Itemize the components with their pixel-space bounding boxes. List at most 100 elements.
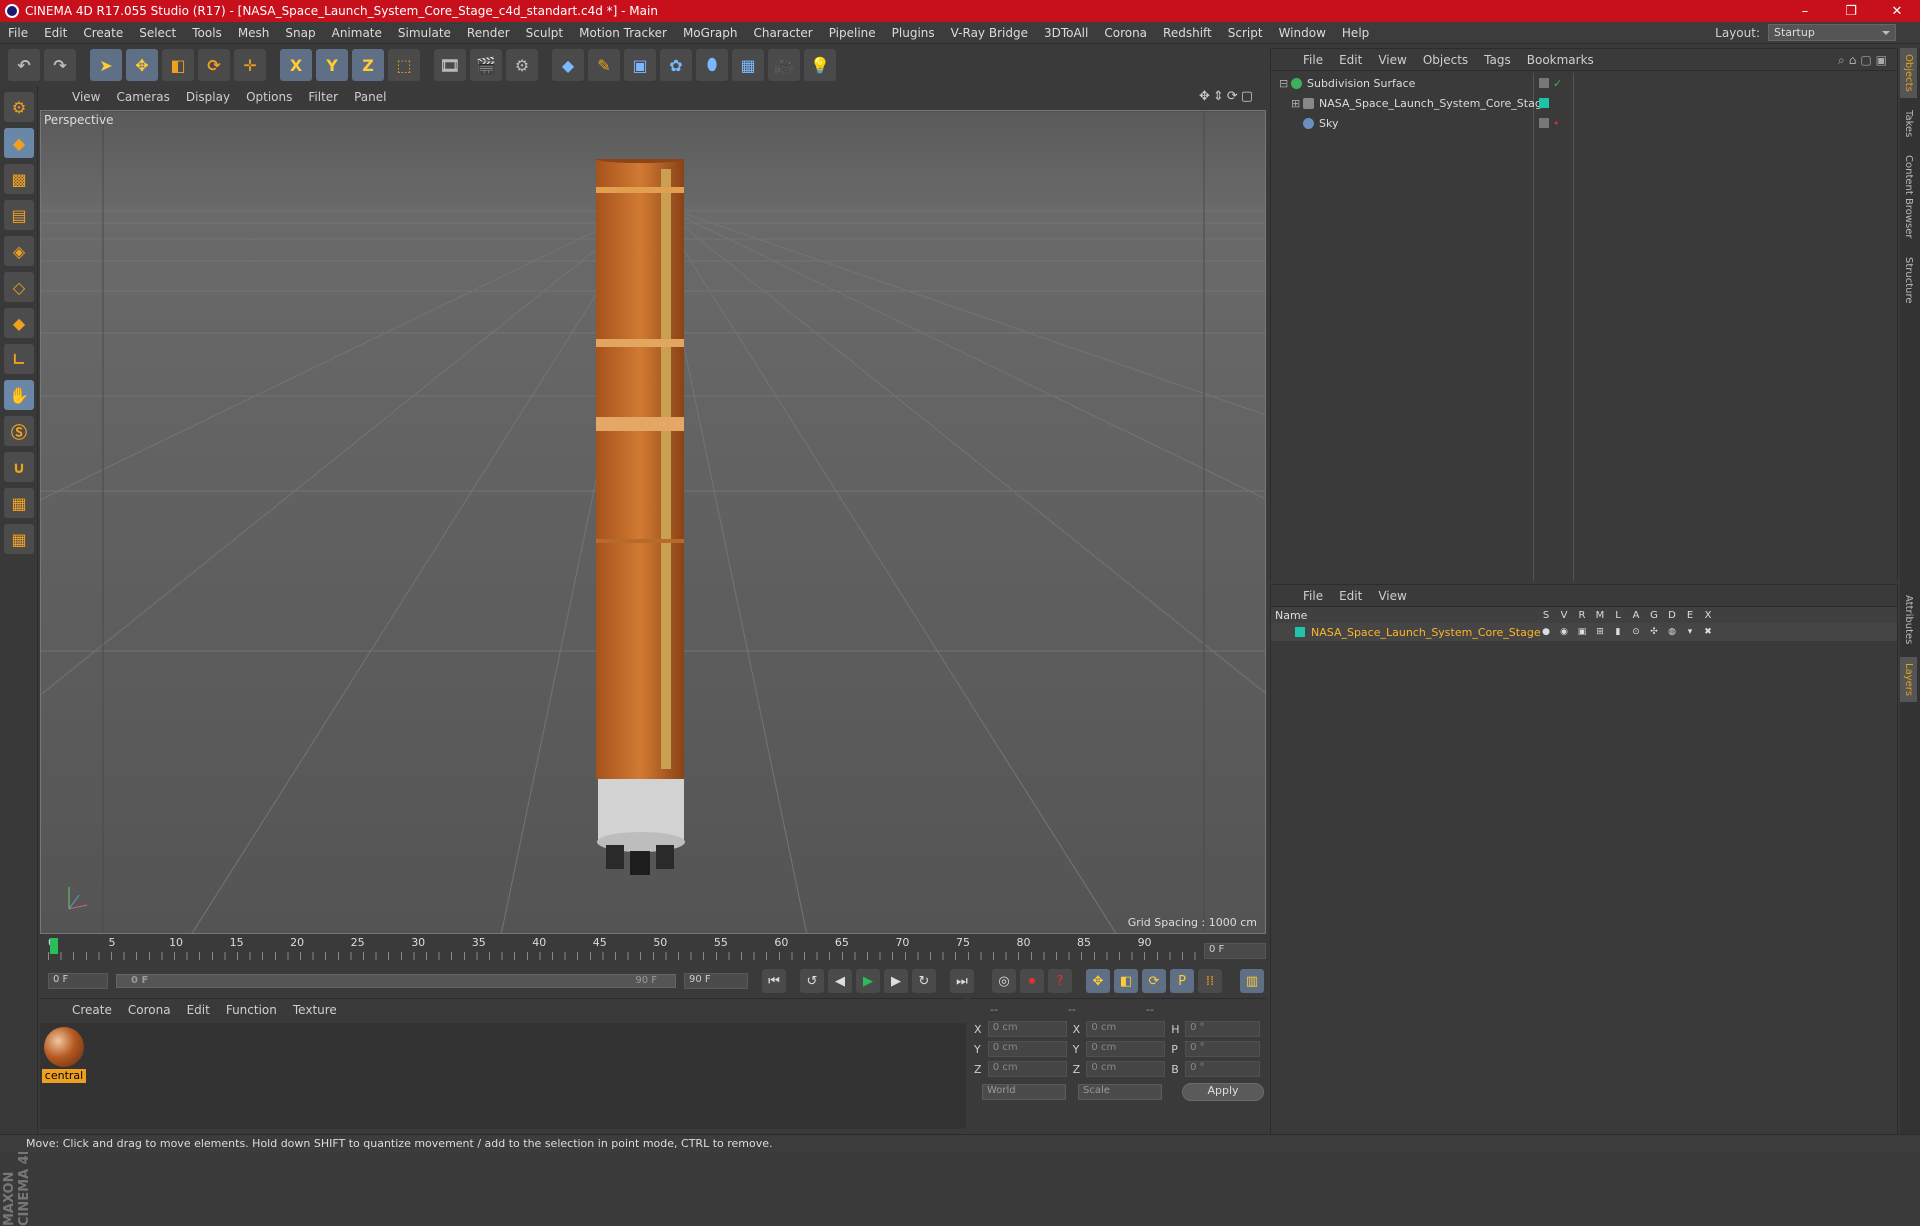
workplane-icon[interactable]: ▤ — [4, 200, 34, 230]
menu-pipeline[interactable]: Pipeline — [821, 26, 884, 40]
layout-dropdown[interactable]: Startup — [1768, 24, 1896, 41]
material-menu-edit[interactable]: Edit — [179, 1003, 218, 1017]
key-position-icon[interactable]: ✥ — [1086, 969, 1110, 993]
render-picture-viewer-icon[interactable]: 🎬 — [470, 49, 502, 81]
go-to-end-icon[interactable]: ⏭ — [950, 969, 974, 993]
viewport-menu-cameras[interactable]: Cameras — [108, 90, 177, 104]
menu-mesh[interactable]: Mesh — [230, 26, 278, 40]
next-key-icon[interactable]: ↻ — [912, 969, 936, 993]
expand-icon[interactable]: ⊞ — [1291, 97, 1303, 110]
light-icon[interactable]: 💡 — [804, 49, 836, 81]
viewport-menu-options[interactable]: Options — [238, 90, 300, 104]
column-generators[interactable]: G — [1645, 610, 1663, 621]
axis-mode-icon[interactable]: ∟ — [4, 344, 34, 374]
column-deformers[interactable]: D — [1663, 610, 1681, 621]
objects-menu-view[interactable]: View — [1370, 53, 1414, 67]
menu-tools[interactable]: Tools — [184, 26, 230, 40]
coordinate-mode-dropdown[interactable]: World — [982, 1084, 1066, 1100]
cube-icon[interactable]: ◆ — [552, 49, 584, 81]
previous-key-icon[interactable]: ↺ — [800, 969, 824, 993]
previous-frame-icon[interactable]: ◀ — [828, 969, 852, 993]
viewport-navigation-icons[interactable]: ✥⇕⟳▢ — [1199, 89, 1256, 104]
layer-color-swatch[interactable] — [1295, 627, 1305, 637]
objects-menu-edit[interactable]: Edit — [1331, 53, 1370, 67]
cloner-icon[interactable]: ✿ — [660, 49, 692, 81]
timeline-ruler[interactable]: 0 5 10 15 20 25 30 35 40 45 50 55 60 65 … — [40, 936, 1266, 964]
minimize-button[interactable]: – — [1782, 4, 1828, 19]
menu-script[interactable]: Script — [1220, 26, 1271, 40]
layer-color-tag[interactable] — [1539, 98, 1549, 108]
lock-workplane-icon[interactable]: ▦ — [4, 488, 34, 518]
column-locked[interactable]: L — [1609, 610, 1627, 621]
apply-button[interactable]: Apply — [1182, 1083, 1264, 1101]
rotate-icon[interactable]: ⟳ — [198, 49, 230, 81]
size-mode-dropdown[interactable]: Scale — [1078, 1084, 1162, 1100]
polygons-mode-icon[interactable]: ◆ — [4, 308, 34, 338]
key-rotation-icon[interactable]: ⟳ — [1142, 969, 1166, 993]
objects-menu-objects[interactable]: Objects — [1415, 53, 1476, 67]
size-z-field[interactable]: 0 cm — [1086, 1061, 1166, 1077]
tab-takes[interactable]: Takes — [1900, 104, 1917, 143]
viewport-menu-display[interactable]: Display — [178, 90, 238, 104]
key-param-icon[interactable]: P — [1170, 969, 1194, 993]
menu-window[interactable]: Window — [1271, 26, 1334, 40]
autokey-icon[interactable]: ? — [1048, 969, 1072, 993]
objects-menu-file[interactable]: File — [1295, 53, 1331, 67]
menu-motion-tracker[interactable]: Motion Tracker — [571, 26, 675, 40]
column-solo[interactable]: S — [1537, 610, 1555, 621]
material-menu-function[interactable]: Function — [218, 1003, 285, 1017]
object-row[interactable]: ⊟ Subdivision Surface ✓ — [1271, 73, 1897, 93]
position-y-field[interactable]: 0 cm — [987, 1041, 1067, 1057]
key-scale-icon[interactable]: ◧ — [1114, 969, 1138, 993]
menu-redshift[interactable]: Redshift — [1155, 26, 1220, 40]
size-y-field[interactable]: 0 cm — [1086, 1041, 1166, 1057]
render-view-icon[interactable]: 🎞 — [434, 49, 466, 81]
move-snap-icon[interactable]: ✛ — [234, 49, 266, 81]
material-menu-texture[interactable]: Texture — [285, 1003, 345, 1017]
collapse-icon[interactable]: ⊟ — [1279, 77, 1291, 90]
edges-mode-icon[interactable]: ◇ — [4, 272, 34, 302]
layers-menu-file[interactable]: File — [1295, 589, 1331, 603]
material-menu-create[interactable]: Create — [64, 1003, 120, 1017]
timeline-window-icon[interactable]: ▥ — [1240, 969, 1264, 993]
menu-sculpt[interactable]: Sculpt — [518, 26, 571, 40]
layer-row[interactable]: NASA_Space_Launch_System_Core_Stage ● ◉ ▣ ⊞… — [1271, 623, 1897, 641]
record-key-icon[interactable]: ⏺ — [1020, 969, 1044, 993]
tab-structure[interactable]: Structure — [1900, 251, 1917, 310]
menu-animate[interactable]: Animate — [324, 26, 390, 40]
rotation-b-field[interactable]: 0 ° — [1185, 1061, 1260, 1077]
subdivision-icon[interactable]: ▣ — [624, 49, 656, 81]
menu-select[interactable]: Select — [131, 26, 184, 40]
menu-3dtoall[interactable]: 3DToAll — [1036, 26, 1096, 40]
visibility-toggles[interactable]: ✓ — [1539, 77, 1562, 90]
texture-mode-icon[interactable]: ▩ — [4, 164, 34, 194]
planar-workplane-icon[interactable]: ▦ — [4, 524, 34, 554]
menu-edit[interactable]: Edit — [36, 26, 75, 40]
material-menu-corona[interactable]: Corona — [120, 1003, 179, 1017]
deformer-icon[interactable]: ⬮ — [696, 49, 728, 81]
column-expressions[interactable]: E — [1681, 610, 1699, 621]
perspective-viewport[interactable]: Perspective Grid Spacing: 1000 cm — [40, 110, 1266, 934]
end-frame-field[interactable]: 90 F — [684, 973, 748, 989]
camera-icon[interactable]: 🎥 — [768, 49, 800, 81]
menu-file[interactable]: File — [0, 26, 36, 40]
floor-icon[interactable]: ▦ — [732, 49, 764, 81]
axis-y-icon[interactable]: Y — [316, 49, 348, 81]
go-to-start-icon[interactable]: ⏮ — [762, 969, 786, 993]
render-settings-icon[interactable]: ⚙ — [506, 49, 538, 81]
pen-spline-icon[interactable]: ✎ — [588, 49, 620, 81]
menu-snap[interactable]: Snap — [277, 26, 323, 40]
restore-button[interactable]: ❐ — [1828, 4, 1874, 19]
start-frame-field[interactable]: 0 F — [48, 973, 108, 989]
menu-corona[interactable]: Corona — [1096, 26, 1155, 40]
axis-z-icon[interactable]: Z — [352, 49, 384, 81]
viewport-menu-panel[interactable]: Panel — [346, 90, 394, 104]
size-x-field[interactable]: 0 cm — [1086, 1021, 1166, 1037]
menu-vray-bridge[interactable]: V-Ray Bridge — [943, 26, 1036, 40]
rocket-model[interactable] — [586, 159, 698, 879]
tab-attributes[interactable]: Attributes — [1900, 589, 1917, 650]
objects-menu-tags[interactable]: Tags — [1476, 53, 1519, 67]
menu-render[interactable]: Render — [459, 26, 518, 40]
playhead[interactable] — [50, 938, 58, 954]
rotation-p-field[interactable]: 0 ° — [1185, 1041, 1260, 1057]
